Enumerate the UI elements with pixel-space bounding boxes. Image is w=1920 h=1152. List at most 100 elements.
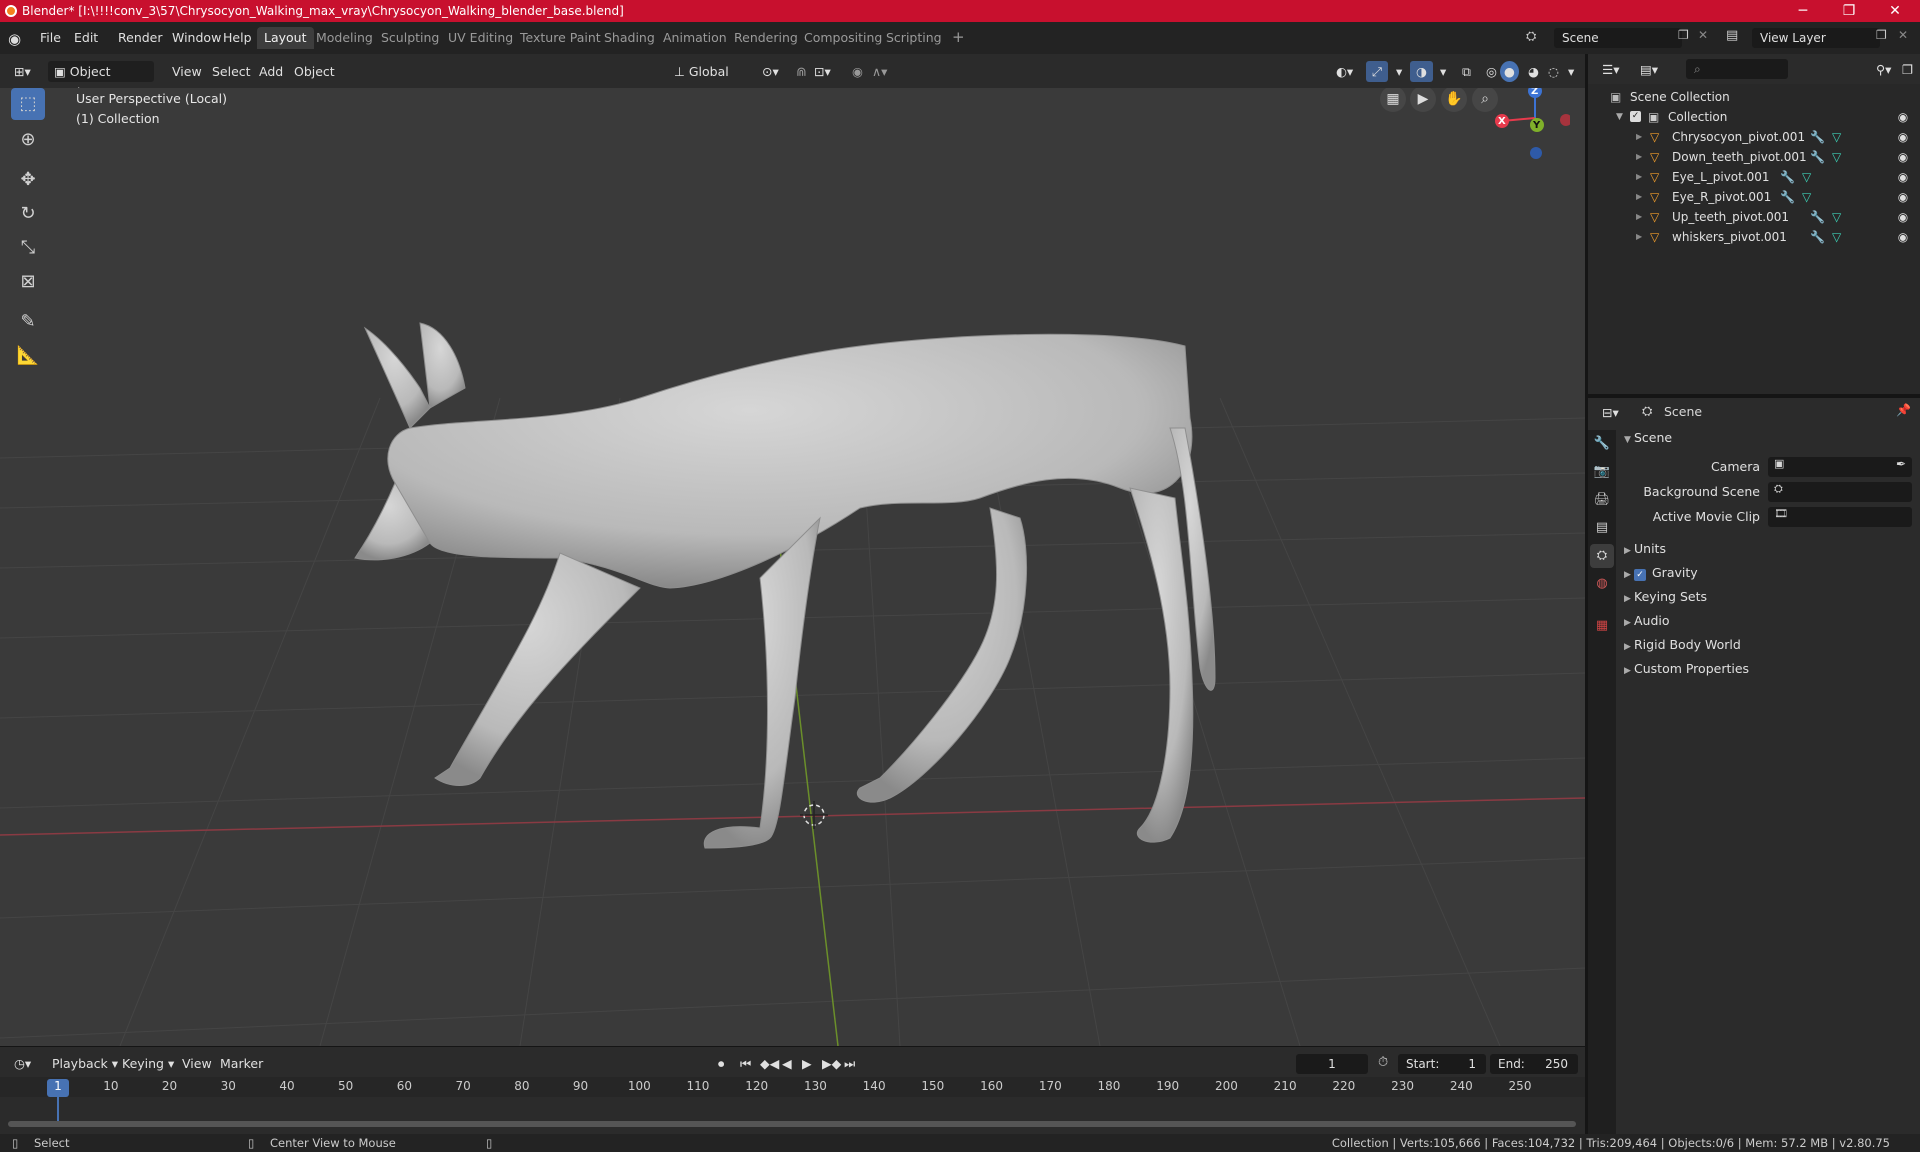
transform-tool-icon[interactable]: ⊠: [11, 266, 45, 298]
scene-field[interactable]: Scene: [1554, 28, 1682, 48]
modifier-icon[interactable]: 🔧: [1810, 147, 1825, 167]
select-box-tool-icon[interactable]: ⬚: [11, 88, 45, 120]
viewport-menu-object[interactable]: Object: [288, 61, 341, 82]
shading-menu-icon[interactable]: ▾: [1562, 61, 1580, 82]
tab-scripting[interactable]: Scripting: [879, 27, 949, 49]
modifier-icon[interactable]: 🔧: [1780, 167, 1795, 187]
expand-arrow-icon[interactable]: ▶: [1636, 127, 1642, 147]
expand-arrow-icon[interactable]: ▶: [1636, 147, 1642, 167]
scene-remove-icon[interactable]: ✕: [1698, 28, 1708, 42]
mesh-data-icon[interactable]: ▽: [1802, 187, 1811, 207]
mesh-data-icon[interactable]: ▽: [1802, 167, 1811, 187]
maximize-button[interactable]: ❐: [1826, 0, 1872, 22]
custom-properties-panel-header[interactable]: ▶ Custom Properties: [1624, 661, 1749, 676]
menu-file[interactable]: File: [34, 28, 67, 47]
outliner-search-field[interactable]: ⌕: [1686, 59, 1788, 79]
add-workspace-button[interactable]: +: [945, 27, 972, 49]
tab-modeling[interactable]: Modeling: [309, 27, 380, 49]
gizmo-toggle-icon[interactable]: ⤢: [1366, 61, 1389, 82]
3d-viewport[interactable]: User Perspective (Local) (1) Collection …: [0, 88, 1585, 1046]
outliner-object-row[interactable]: ▶ ▽ whiskers_pivot.001 🔧 ▽ ◉: [1588, 227, 1920, 247]
menu-help[interactable]: Help: [217, 28, 258, 47]
eyedropper-icon[interactable]: ✒: [1896, 457, 1906, 471]
mesh-data-icon[interactable]: ▽: [1832, 147, 1841, 167]
tab-layout[interactable]: Layout: [257, 27, 314, 49]
gizmo-menu-icon[interactable]: ▾: [1390, 61, 1408, 82]
modifier-icon[interactable]: 🔧: [1810, 227, 1825, 247]
visibility-icon[interactable]: ◐▾: [1330, 61, 1359, 82]
world-tab-icon[interactable]: ◍: [1590, 572, 1614, 596]
visibility-eye-icon[interactable]: ◉: [1896, 210, 1910, 224]
scale-tool-icon[interactable]: ⤡: [11, 232, 45, 264]
filter-icon[interactable]: ⚲▾: [1870, 59, 1897, 80]
modifier-icon[interactable]: 🔧: [1810, 207, 1825, 227]
tab-rendering[interactable]: Rendering: [727, 27, 805, 49]
tab-uv-editing[interactable]: UV Editing: [441, 27, 520, 49]
outliner-object-row[interactable]: ▶ ▽ Up_teeth_pivot.001 🔧 ▽ ◉: [1588, 207, 1920, 227]
collection-eye-icon[interactable]: ◉: [1896, 110, 1910, 124]
mesh-data-icon[interactable]: ▽: [1832, 227, 1841, 247]
view-layer-icon[interactable]: ▤: [1726, 28, 1738, 43]
gravity-panel-header[interactable]: ▶ ✓ Gravity: [1624, 565, 1698, 581]
tab-texture-paint[interactable]: Texture Paint: [513, 27, 608, 49]
tab-compositing[interactable]: Compositing: [797, 27, 889, 49]
visibility-eye-icon[interactable]: ◉: [1896, 150, 1910, 164]
scene-panel-header[interactable]: ▼ Scene: [1624, 430, 1672, 445]
snap-target-icon[interactable]: ⊡▾: [808, 61, 837, 82]
expand-arrow-icon[interactable]: ▶: [1636, 187, 1642, 207]
cursor-tool-icon[interactable]: ⊕: [11, 124, 45, 156]
outliner-editor-type-icon[interactable]: ☰▾: [1596, 59, 1625, 80]
visibility-eye-icon[interactable]: ◉: [1896, 230, 1910, 244]
annotate-tool-icon[interactable]: ✎: [11, 306, 45, 338]
outliner-object-row[interactable]: ▶ ▽ Eye_L_pivot.001 🔧 ▽ ◉: [1588, 167, 1920, 187]
pivot-icon[interactable]: ⊙▾: [756, 61, 785, 82]
pin-icon[interactable]: 📌: [1896, 403, 1911, 417]
audio-panel-header[interactable]: ▶ Audio: [1624, 613, 1670, 628]
expand-arrow-icon[interactable]: ▶: [1636, 207, 1642, 227]
viewport-menu-select[interactable]: Select: [206, 61, 257, 82]
falloff-icon[interactable]: ∧▾: [866, 61, 893, 82]
scene-browse-icon[interactable]: ⛭: [1526, 29, 1536, 44]
mesh-data-icon[interactable]: ▽: [1832, 207, 1841, 227]
solid-shading-icon[interactable]: ●: [1500, 61, 1519, 82]
minimize-button[interactable]: ─: [1780, 0, 1826, 22]
scene-copy-icon[interactable]: ❐: [1678, 28, 1689, 42]
tab-animation[interactable]: Animation: [656, 27, 734, 49]
tab-sculpting[interactable]: Sculpting: [374, 27, 446, 49]
outliner-scene-collection[interactable]: ▣ Scene Collection: [1588, 87, 1920, 107]
move-tool-icon[interactable]: ✥: [11, 164, 45, 196]
visibility-eye-icon[interactable]: ◉: [1896, 170, 1910, 184]
active-movie-clip-field[interactable]: 🎞: [1768, 507, 1912, 527]
mesh-data-icon[interactable]: ▽: [1832, 127, 1841, 147]
view-layer-remove-icon[interactable]: ✕: [1898, 28, 1908, 42]
measure-tool-icon[interactable]: 📐: [11, 340, 45, 372]
rotate-tool-icon[interactable]: ↻: [11, 198, 45, 230]
outliner-object-row[interactable]: ▶ ▽ Eye_R_pivot.001 🔧 ▽ ◉: [1588, 187, 1920, 207]
properties-editor-type-icon[interactable]: ⊟▾: [1596, 402, 1625, 423]
units-panel-header[interactable]: ▶ Units: [1624, 541, 1666, 556]
blender-menu-icon[interactable]: ◉: [8, 30, 21, 48]
camera-field[interactable]: ▣ ✒: [1768, 457, 1912, 477]
timeline-scrollbar[interactable]: [8, 1121, 1576, 1127]
collapse-arrow-icon[interactable]: ▼: [1616, 107, 1623, 127]
viewport-menu-add[interactable]: Add: [253, 61, 289, 82]
editor-type-icon[interactable]: ⊞▾: [8, 61, 40, 82]
display-mode-icon[interactable]: ▤▾: [1634, 59, 1664, 80]
xray-icon[interactable]: ⧉: [1456, 61, 1477, 82]
rigid-body-world-panel-header[interactable]: ▶ Rigid Body World: [1624, 637, 1741, 652]
expand-arrow-icon[interactable]: ▶: [1636, 167, 1642, 187]
transform-orientation-dropdown[interactable]: ⊥ Global ▾: [668, 61, 744, 100]
outliner-object-row[interactable]: ▶ ▽ Chrysocyon_pivot.001 🔧 ▽ ◉: [1588, 127, 1920, 147]
visibility-eye-icon[interactable]: ◉: [1896, 190, 1910, 204]
background-scene-field[interactable]: ⛭: [1768, 482, 1912, 502]
menu-edit[interactable]: Edit: [68, 28, 104, 47]
modifier-icon[interactable]: 🔧: [1810, 127, 1825, 147]
viewport-menu-view[interactable]: View: [166, 61, 208, 82]
overlay-toggle-icon[interactable]: ◑: [1410, 61, 1433, 82]
view-layer-field[interactable]: View Layer: [1752, 28, 1880, 48]
texture-tab-icon[interactable]: ▦: [1590, 614, 1614, 638]
new-collection-icon[interactable]: ❐: [1896, 59, 1919, 80]
outliner-object-row[interactable]: ▶ ▽ Down_teeth_pivot.001 🔧 ▽ ◉: [1588, 147, 1920, 167]
collection-checkbox[interactable]: ✓: [1630, 111, 1641, 122]
expand-arrow-icon[interactable]: ▶: [1636, 227, 1642, 247]
